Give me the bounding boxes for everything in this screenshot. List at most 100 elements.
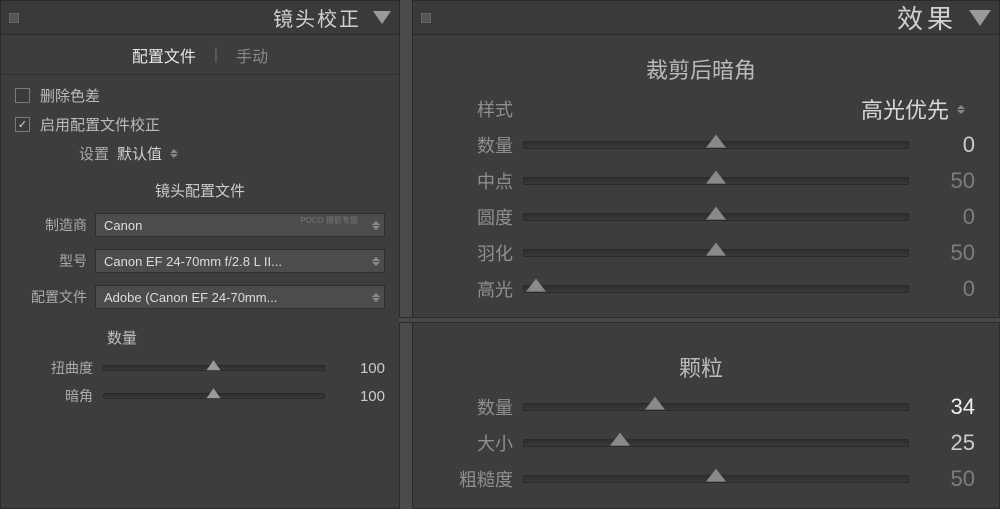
vignette-style-stepper-icon	[957, 105, 965, 114]
grain-slider-row-1: 大小 25	[427, 425, 975, 461]
profile-stepper-icon	[372, 293, 380, 302]
vignette-slider-value-3[interactable]: 50	[919, 240, 975, 266]
model-stepper-icon	[372, 257, 380, 266]
vignette-slider-value-2[interactable]: 0	[919, 204, 975, 230]
vignette-slider-row-0: 数量 0	[427, 127, 975, 163]
vignette-slider-label-3: 羽化	[427, 240, 513, 266]
lens-panel-title: 镜头校正	[273, 3, 361, 32]
distortion-value[interactable]: 100	[335, 360, 385, 377]
vignette-style-value: 高光优先	[861, 93, 949, 125]
enable-profile-row: ✓ 启用配置文件校正	[15, 114, 385, 135]
enable-profile-label: 启用配置文件校正	[40, 114, 160, 135]
panel-switch-icon[interactable]	[421, 13, 431, 23]
vignette-slider-thumb-3	[706, 243, 726, 259]
tab-manual[interactable]: 手动	[230, 39, 274, 71]
vignette-slider-thumb-2	[706, 207, 726, 223]
vignette-slider-row-2: 圆度 0	[427, 199, 975, 235]
chevron-down-icon[interactable]	[969, 10, 991, 26]
make-label: 制造商	[15, 215, 87, 235]
tab-separator: |	[214, 46, 218, 64]
vignette-slider[interactable]	[103, 393, 325, 399]
grain-slider-label-0: 数量	[427, 394, 513, 420]
grain-slider-value-0[interactable]: 34	[919, 394, 975, 420]
vignette-slider-slider-0[interactable]	[523, 141, 909, 149]
vignette-slider-thumb-0	[706, 135, 726, 151]
vignette-thumb	[207, 388, 222, 401]
setup-value[interactable]: 默认值	[117, 143, 162, 164]
vignette-slider-slider-4[interactable]	[523, 285, 909, 293]
make-watermark: POCO 摄影专题	[300, 216, 358, 225]
amount-section: 数量 扭曲度 100 暗角 100	[15, 327, 385, 410]
amount-heading: 数量	[15, 327, 385, 348]
lens-tab-row: 配置文件 | 手动	[1, 35, 399, 75]
make-value: Canon	[104, 218, 142, 233]
distortion-thumb	[207, 360, 222, 373]
chevron-down-icon[interactable]	[373, 11, 391, 24]
vignette-slider-slider-2[interactable]	[523, 213, 909, 221]
effects-panel-title: 效果	[897, 0, 957, 36]
vignette-style-select[interactable]: 高光优先	[861, 93, 965, 125]
vignette-slider-row-1: 中点 50	[427, 163, 975, 199]
model-row: 型号 Canon EF 24-70mm f/2.8 L II...	[15, 249, 385, 273]
vignette-slider-slider-3[interactable]	[523, 249, 909, 257]
profile-value: Adobe (Canon EF 24-70mm...	[104, 290, 277, 305]
vignette-value[interactable]: 100	[335, 388, 385, 405]
vignette-slider-value-1[interactable]: 50	[919, 168, 975, 194]
profile-select[interactable]: Adobe (Canon EF 24-70mm...	[95, 285, 385, 309]
vignette-label: 暗角	[15, 386, 93, 406]
profile-row: 配置文件 Adobe (Canon EF 24-70mm...	[15, 285, 385, 309]
model-value: Canon EF 24-70mm f/2.8 L II...	[104, 254, 282, 269]
model-select[interactable]: Canon EF 24-70mm f/2.8 L II...	[95, 249, 385, 273]
distortion-slider[interactable]	[103, 365, 325, 371]
vignette-slider-label-2: 圆度	[427, 204, 513, 230]
section-divider	[399, 317, 1000, 323]
panel-switch-icon[interactable]	[9, 13, 19, 23]
grain-slider-row-2: 粗糙度 50	[427, 461, 975, 497]
grain-slider-value-2[interactable]: 50	[919, 466, 975, 492]
grain-slider-thumb-0	[645, 397, 665, 413]
lens-profile-heading: 镜头配置文件	[15, 180, 385, 201]
vignette-slider-row-4: 高光 0	[427, 271, 975, 307]
vignette-slider-label-4: 高光	[427, 276, 513, 302]
lens-corrections-panel: 镜头校正 配置文件 | 手动 删除色差 ✓ 启用配置文件校正 设置 默认值 镜头…	[0, 0, 400, 509]
make-select[interactable]: Canon POCO 摄影专题	[95, 213, 385, 237]
effects-panel-header: 效果	[413, 1, 999, 35]
vignette-slider-slider-1[interactable]	[523, 177, 909, 185]
vignette-slider-label-1: 中点	[427, 168, 513, 194]
grain-slider-label-2: 粗糙度	[427, 466, 513, 492]
make-row: 制造商 Canon POCO 摄影专题	[15, 213, 385, 237]
setup-label: 设置	[79, 143, 109, 164]
post-crop-vignette-group: 裁剪后暗角 样式 高光优先 数量 0 中点 50 圆度 0 羽化 50 高光 0	[413, 35, 999, 307]
grain-slider-thumb-2	[706, 469, 726, 485]
grain-slider-value-1[interactable]: 25	[919, 430, 975, 456]
remove-ca-checkbox[interactable]	[15, 88, 30, 103]
effects-panel: 效果 裁剪后暗角 样式 高光优先 数量0中点50圆度0羽化50高光0 颗粒 数量…	[412, 0, 1000, 509]
grain-slider-thumb-1	[610, 433, 630, 449]
enable-profile-checkbox[interactable]: ✓	[15, 117, 30, 132]
vignette-slider-value-4[interactable]: 0	[919, 276, 975, 302]
grain-slider-label-1: 大小	[427, 430, 513, 456]
remove-ca-row: 删除色差	[15, 85, 385, 106]
distortion-label: 扭曲度	[15, 358, 93, 378]
vignette-slider-label-0: 数量	[427, 132, 513, 158]
vignette-row: 暗角 100	[15, 382, 385, 410]
distortion-row: 扭曲度 100	[15, 354, 385, 382]
vignette-slider-thumb-4	[526, 279, 546, 295]
vignette-slider-value-0[interactable]: 0	[919, 132, 975, 158]
grain-group: 颗粒 数量34大小25粗糙度50	[413, 333, 999, 497]
setup-row: 设置 默认值	[15, 143, 385, 164]
lens-panel-header: 镜头校正	[1, 1, 399, 35]
grain-slider-row-0: 数量 34	[427, 389, 975, 425]
vignette-slider-row-3: 羽化 50	[427, 235, 975, 271]
grain-slider-slider-0[interactable]	[523, 403, 909, 411]
model-label: 型号	[15, 251, 87, 271]
vignette-style-label: 样式	[427, 96, 513, 122]
setup-stepper-icon[interactable]	[170, 149, 178, 158]
lens-panel-body: 删除色差 ✓ 启用配置文件校正 设置 默认值 镜头配置文件 制造商 Canon …	[1, 75, 399, 420]
tab-profile[interactable]: 配置文件	[126, 39, 202, 71]
grain-slider-slider-2[interactable]	[523, 475, 909, 483]
remove-ca-label: 删除色差	[40, 85, 100, 106]
make-stepper-icon	[372, 221, 380, 230]
grain-slider-slider-1[interactable]	[523, 439, 909, 447]
vignette-heading: 裁剪后暗角	[427, 53, 975, 85]
